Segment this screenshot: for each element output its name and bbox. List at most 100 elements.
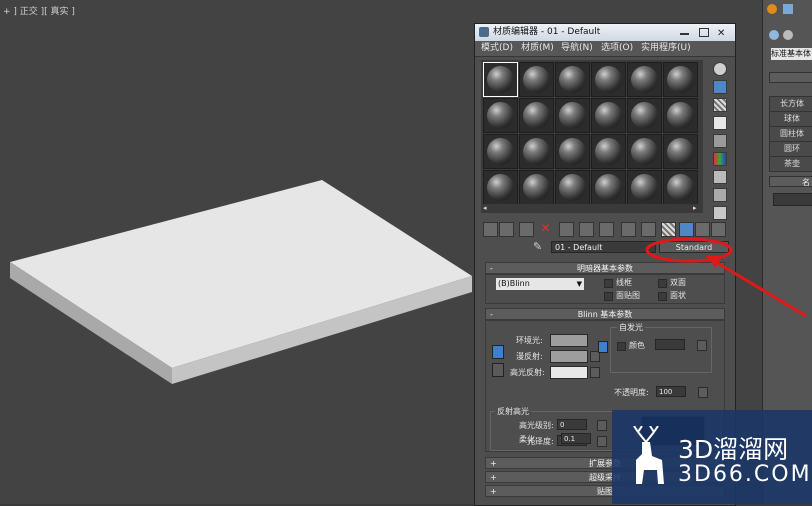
menu-utilities[interactable]: 实用程序(U) bbox=[641, 41, 691, 56]
opacity-spinner[interactable]: 100 bbox=[656, 386, 686, 397]
sample-slot[interactable] bbox=[591, 98, 626, 133]
material-id-icon[interactable] bbox=[621, 222, 636, 237]
material-navigator-icon[interactable] bbox=[713, 206, 727, 220]
create-icon[interactable] bbox=[767, 4, 777, 14]
specular-level-spinner[interactable]: 0 bbox=[557, 419, 587, 430]
shapes-icon[interactable] bbox=[783, 30, 793, 40]
sample-slot[interactable] bbox=[627, 170, 662, 205]
faceted-checkbox[interactable] bbox=[658, 292, 667, 301]
sample-slot[interactable] bbox=[555, 62, 590, 97]
torus-button[interactable]: 圆环 bbox=[769, 141, 812, 157]
options-icon[interactable] bbox=[713, 170, 727, 184]
sample-slot[interactable] bbox=[591, 134, 626, 169]
sample-slot[interactable] bbox=[663, 134, 698, 169]
specular-map-button[interactable] bbox=[590, 367, 600, 378]
cylinder-button[interactable]: 圆柱体 bbox=[769, 126, 812, 142]
shader-select[interactable]: (B)Blinn ▼ bbox=[496, 278, 584, 290]
wire-checkbox[interactable] bbox=[604, 279, 613, 288]
sample-slot[interactable] bbox=[555, 98, 590, 133]
object-name-field[interactable] bbox=[773, 193, 812, 206]
shader-rollout-header[interactable]: - 明暗器基本参数 bbox=[485, 262, 725, 274]
backlight-icon[interactable] bbox=[713, 80, 727, 94]
slots-scrollbar[interactable]: ◂ ▸ bbox=[481, 204, 703, 213]
box-button[interactable]: 长方体 bbox=[769, 96, 812, 112]
face-map-checkbox[interactable] bbox=[604, 292, 613, 301]
background-icon[interactable] bbox=[713, 98, 727, 112]
show-end-result-icon[interactable] bbox=[661, 222, 676, 237]
teapot-button[interactable]: 茶壶 bbox=[769, 156, 812, 172]
copy-material-icon[interactable] bbox=[559, 222, 574, 237]
sample-slot[interactable] bbox=[519, 62, 554, 97]
scroll-left-icon[interactable]: ◂ bbox=[483, 204, 487, 212]
sample-slot[interactable] bbox=[519, 170, 554, 205]
sample-slot[interactable] bbox=[663, 98, 698, 133]
lock-icon[interactable] bbox=[598, 341, 608, 353]
title-bar[interactable]: 材质编辑器 - 01 - Default ✕ bbox=[475, 24, 735, 41]
blinn-rollout-header[interactable]: - Blinn 基本参数 bbox=[485, 308, 725, 320]
self-illum-spinner[interactable] bbox=[655, 339, 685, 350]
uv-tiling-icon[interactable] bbox=[713, 116, 727, 130]
opacity-map-button[interactable] bbox=[698, 387, 708, 398]
sample-slot[interactable] bbox=[627, 98, 662, 133]
assign-to-selection-icon[interactable] bbox=[519, 222, 534, 237]
sample-slot[interactable] bbox=[483, 134, 518, 169]
make-unique-icon[interactable] bbox=[579, 222, 594, 237]
sample-slot[interactable] bbox=[627, 62, 662, 97]
self-illum-color-checkbox[interactable] bbox=[617, 342, 626, 351]
category-dropdown[interactable]: 标准基本体 bbox=[771, 48, 812, 60]
soften-spinner[interactable]: 0.1 bbox=[561, 433, 591, 444]
ambient-swatch[interactable] bbox=[550, 334, 588, 347]
eyedropper-icon[interactable]: ✎ bbox=[533, 240, 542, 253]
maximize-icon[interactable] bbox=[699, 28, 709, 37]
sphere-button[interactable]: 球体 bbox=[769, 111, 812, 127]
close-icon[interactable]: ✕ bbox=[717, 25, 725, 42]
menu-options[interactable]: 选项(O) bbox=[601, 41, 633, 56]
sample-slot[interactable] bbox=[519, 98, 554, 133]
preview-icon[interactable] bbox=[713, 152, 727, 166]
menu-material[interactable]: 材质(M) bbox=[521, 41, 554, 56]
reset-icon[interactable]: ✕ bbox=[539, 222, 552, 235]
name-color-rollout[interactable]: 名 bbox=[769, 176, 812, 187]
modify-icon[interactable] bbox=[783, 4, 793, 14]
lock-diffuse-specular-icon[interactable] bbox=[492, 363, 504, 377]
self-illum-map-button[interactable] bbox=[697, 340, 707, 351]
sample-slot[interactable] bbox=[483, 62, 518, 97]
sample-slot[interactable] bbox=[555, 170, 590, 205]
specular-level-map-button[interactable] bbox=[597, 420, 607, 431]
sample-slot[interactable] bbox=[483, 170, 518, 205]
sample-slot[interactable] bbox=[663, 170, 698, 205]
lock-ambient-diffuse-icon[interactable] bbox=[492, 345, 504, 359]
diffuse-swatch[interactable] bbox=[550, 350, 588, 363]
sample-type-icon[interactable] bbox=[713, 62, 727, 76]
go-to-parent-icon[interactable] bbox=[679, 222, 694, 237]
sample-slot[interactable] bbox=[519, 134, 554, 169]
specular-swatch[interactable] bbox=[550, 366, 588, 379]
sample-slot[interactable] bbox=[555, 134, 590, 169]
go-sibling-icon[interactable] bbox=[711, 222, 726, 237]
self-illum-label: 自发光 bbox=[617, 322, 645, 333]
glossiness-map-button[interactable] bbox=[597, 436, 607, 447]
show-map-icon[interactable] bbox=[641, 222, 656, 237]
chevron-down-icon: ▼ bbox=[576, 280, 582, 288]
sample-slot[interactable] bbox=[591, 170, 626, 205]
go-forward-icon[interactable] bbox=[695, 222, 710, 237]
object-type-rollout[interactable] bbox=[769, 72, 812, 83]
menu-navigation[interactable]: 导航(N) bbox=[561, 41, 593, 56]
menu-mode[interactable]: 模式(D) bbox=[481, 41, 513, 56]
put-to-scene-icon[interactable] bbox=[499, 222, 514, 237]
plane-object[interactable] bbox=[0, 0, 480, 504]
geometry-icon[interactable] bbox=[769, 30, 779, 40]
sample-slot[interactable] bbox=[663, 62, 698, 97]
two-sided-checkbox[interactable] bbox=[658, 279, 667, 288]
material-type-button[interactable]: Standard bbox=[659, 241, 729, 253]
get-material-icon[interactable] bbox=[483, 222, 498, 237]
minimize-icon[interactable] bbox=[680, 33, 689, 35]
sample-slot[interactable] bbox=[627, 134, 662, 169]
sample-slot[interactable] bbox=[483, 98, 518, 133]
select-by-material-icon[interactable] bbox=[713, 188, 727, 202]
put-to-library-icon[interactable] bbox=[599, 222, 614, 237]
sample-slot[interactable] bbox=[591, 62, 626, 97]
scroll-right-icon[interactable]: ▸ bbox=[693, 204, 697, 212]
video-check-icon[interactable] bbox=[713, 134, 727, 148]
material-name-field[interactable]: 01 - Default bbox=[551, 241, 656, 253]
